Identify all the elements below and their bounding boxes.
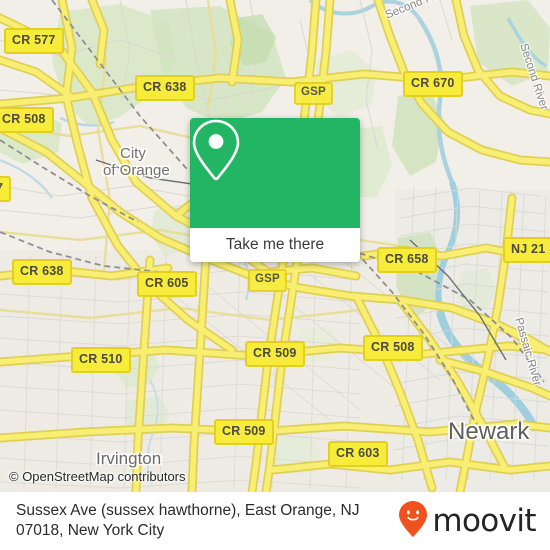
road-shield: CR 638 bbox=[135, 75, 195, 101]
road-shield: CR 670 bbox=[403, 71, 463, 97]
map-canvas[interactable]: CR 577 CR 638 GSP CR 670 CR 508 7 CR 638 CR 605… bbox=[0, 0, 550, 492]
road-shield: 7 bbox=[0, 176, 12, 202]
bottom-info-bar: Sussex Ave (sussex hawthorne), East Oran… bbox=[0, 492, 550, 550]
road-shield: CR 510 bbox=[71, 347, 131, 373]
moovit-wordmark: moovit bbox=[432, 502, 536, 539]
moovit-map-screen: CR 577 CR 638 GSP CR 670 CR 508 7 CR 638 CR 605… bbox=[0, 0, 550, 550]
location-popup-card[interactable]: Take me there bbox=[190, 118, 360, 262]
place-label: of Orange bbox=[103, 162, 170, 179]
osm-attribution[interactable]: © OpenStreetMap contributors bbox=[9, 469, 186, 484]
road-shield: NJ 21 bbox=[503, 237, 550, 263]
place-label: Irvington bbox=[96, 449, 162, 468]
road-shield: CR 577 bbox=[4, 28, 64, 54]
popup-header bbox=[190, 118, 360, 228]
moovit-pin-smile-icon bbox=[398, 500, 428, 543]
road-shield: CR 638 bbox=[12, 259, 72, 285]
place-label: Newark bbox=[448, 418, 530, 445]
road-shield: CR 509 bbox=[214, 419, 274, 445]
road-shield: CR 605 bbox=[137, 271, 197, 297]
road-shield: CR 658 bbox=[377, 247, 437, 273]
road-shield: GSP bbox=[248, 269, 287, 292]
road-shield: CR 509 bbox=[245, 341, 305, 367]
take-me-there-button[interactable]: Take me there bbox=[190, 228, 360, 262]
road-shield: CR 508 bbox=[0, 107, 54, 133]
place-label: City bbox=[120, 145, 146, 162]
moovit-brand: moovit bbox=[398, 500, 537, 543]
road-shield: GSP bbox=[294, 82, 333, 105]
road-shield: CR 508 bbox=[363, 335, 423, 361]
road-shield: CR 603 bbox=[328, 441, 388, 467]
location-address-text: Sussex Ave (sussex hawthorne), East Oran… bbox=[16, 501, 360, 539]
